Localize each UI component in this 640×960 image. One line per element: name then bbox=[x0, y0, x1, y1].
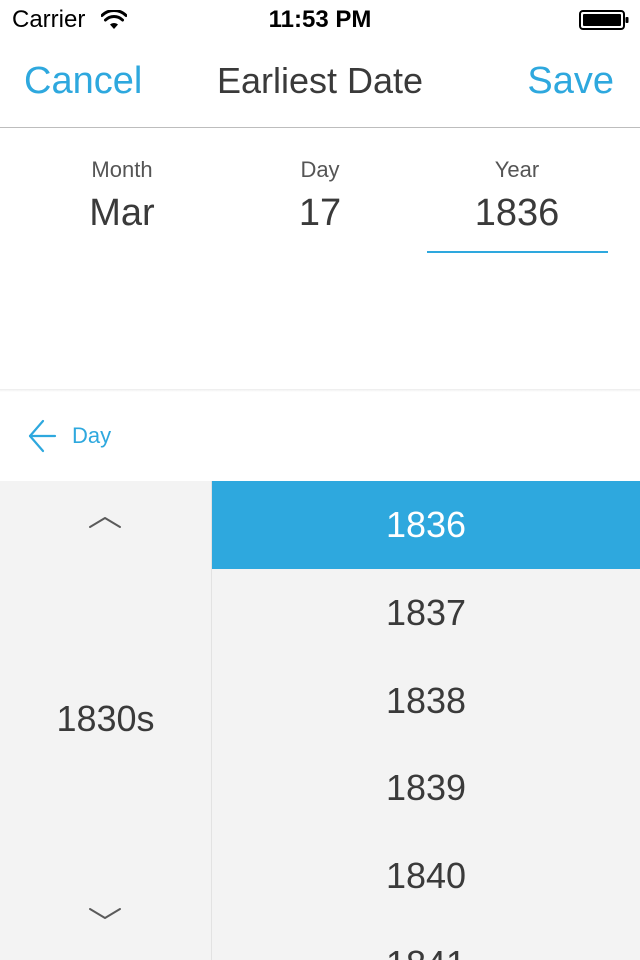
page-title: Earliest Date bbox=[216, 60, 424, 101]
year-option[interactable]: 1840 bbox=[212, 832, 640, 920]
year-option[interactable]: 1841 bbox=[212, 920, 640, 960]
cancel-button[interactable]: Cancel bbox=[24, 58, 142, 104]
year-option[interactable]: 1837 bbox=[212, 569, 640, 657]
decade-panel: 1830s bbox=[0, 481, 212, 960]
year-option-selected[interactable]: 1836 bbox=[212, 481, 640, 569]
year-picker: 1830s 1836 1837 1838 1839 1840 1841 bbox=[0, 481, 640, 960]
chevron-down-icon[interactable] bbox=[88, 907, 122, 921]
month-value: Mar bbox=[89, 192, 155, 234]
month-field[interactable]: Month Mar bbox=[32, 156, 212, 236]
day-value: 17 bbox=[298, 192, 342, 234]
status-bar: Carrier 11:53 PM bbox=[0, 0, 640, 40]
nav-bar: Cancel Earliest Date Save bbox=[0, 40, 640, 128]
year-field[interactable]: Year 1836 bbox=[427, 156, 607, 236]
back-label: Day bbox=[72, 423, 112, 448]
chevron-up-icon[interactable] bbox=[88, 515, 122, 529]
screen: Carrier 11:53 PM Cancel Earliest Date Sa… bbox=[0, 0, 640, 960]
day-label: Day bbox=[300, 157, 340, 182]
year-option[interactable]: 1839 bbox=[212, 744, 640, 832]
year-value: 1836 bbox=[474, 192, 560, 234]
status-time: 11:53 PM bbox=[268, 6, 372, 33]
year-label: Year bbox=[494, 157, 540, 182]
year-option[interactable]: 1838 bbox=[212, 657, 640, 745]
month-label: Month bbox=[91, 157, 153, 182]
back-arrow-icon bbox=[28, 419, 57, 453]
year-field-underline bbox=[427, 251, 608, 253]
date-fields: Month Mar Day 17 Year 1836 bbox=[0, 128, 640, 390]
day-field[interactable]: Day 17 bbox=[230, 156, 410, 236]
picker-header: Day bbox=[0, 392, 640, 481]
battery-icon bbox=[579, 10, 629, 30]
year-list: 1836 1837 1838 1839 1840 1841 bbox=[212, 481, 640, 960]
decade-label: 1830s bbox=[56, 698, 155, 739]
save-button[interactable]: Save bbox=[527, 58, 614, 104]
